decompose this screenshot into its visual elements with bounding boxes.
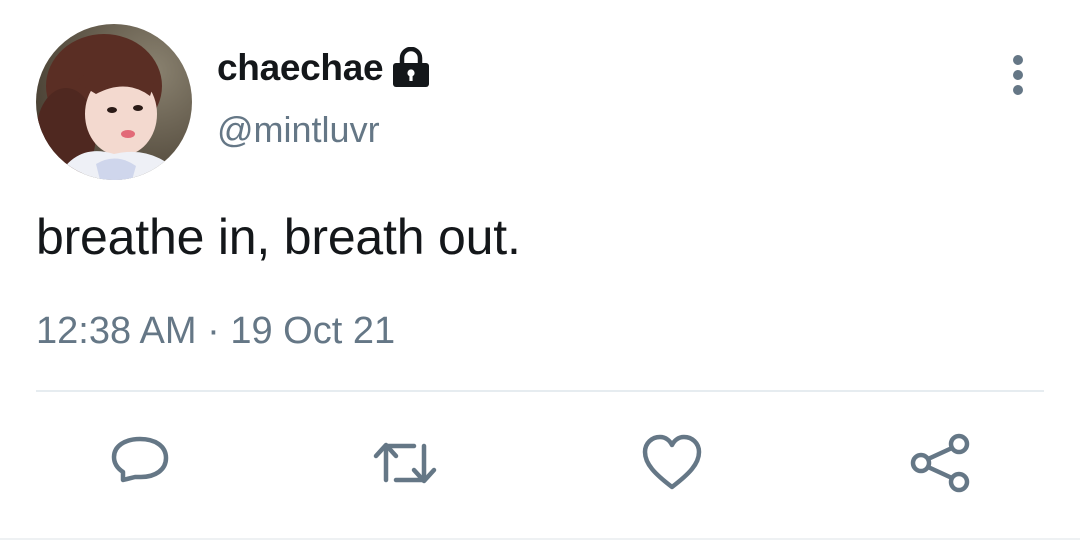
reply-button[interactable] — [105, 428, 175, 498]
tweet-text: breathe in, breath out. — [36, 209, 521, 265]
tweet-card: chaechae @mintluvr breathe in, breath ou… — [0, 0, 1080, 555]
lock-icon — [391, 46, 431, 89]
user-handle[interactable]: @mintluvr — [217, 109, 380, 151]
like-button[interactable] — [637, 428, 707, 498]
more-options-icon[interactable] — [1000, 54, 1036, 96]
retweet-icon — [373, 442, 437, 484]
share-button[interactable] — [905, 428, 975, 498]
avatar[interactable] — [36, 24, 192, 180]
share-icon — [910, 433, 970, 493]
profile-photo-icon — [36, 24, 192, 180]
heart-icon — [642, 434, 702, 490]
tweet-timestamp[interactable]: 12:38 AM · 19 Oct 21 — [36, 310, 395, 353]
display-name[interactable]: chaechae — [217, 47, 384, 89]
display-name-row: chaechae — [217, 42, 431, 94]
reply-icon — [111, 436, 169, 483]
divider — [36, 390, 1044, 392]
bottom-border — [0, 538, 1080, 540]
retweet-button[interactable] — [370, 428, 440, 498]
